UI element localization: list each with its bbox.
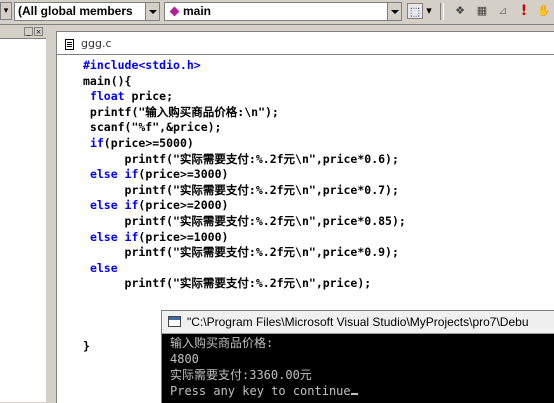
class-combo-dropdown-button[interactable]: [145, 3, 159, 20]
code-text: printf("实际需要支付:%.2f元\n",price*0.7);: [83, 182, 399, 197]
console-icon: [168, 316, 181, 327]
document-icon: [65, 39, 74, 50]
close-icon[interactable]: ×: [34, 27, 43, 36]
code-line: else if(price>=2000): [83, 198, 406, 214]
compile-icon[interactable]: ❖: [452, 3, 468, 19]
code-text: printf("实际需要支付:%.2f元\n",price);: [83, 276, 372, 291]
code-line: main(){: [83, 74, 406, 90]
console-line: 输入购买商品价格:: [170, 335, 358, 351]
code-text: (price>=3000): [138, 167, 229, 182]
editor-tab[interactable]: ggg.c: [57, 32, 554, 54]
console-line-text: 输入购买商品价格:: [170, 336, 274, 350]
code-line: else: [83, 261, 406, 277]
code-line: printf("实际需要支付:%.2f元\n",price*0.6);: [83, 152, 406, 168]
wizard-icon[interactable]: ⬚: [407, 3, 423, 19]
code-line: else if(price>=1000): [83, 230, 406, 246]
class-combo[interactable]: (All global members: [14, 2, 160, 21]
code-text: (price>=2000): [138, 198, 229, 213]
code-text: (price>=5000): [103, 135, 194, 150]
workspace-pane: _ ×: [0, 25, 47, 402]
dropdown-icon[interactable]: ▾: [424, 3, 434, 19]
console-line-text: 4800: [170, 352, 199, 366]
code-keyword: else: [89, 260, 118, 275]
code-keyword: if: [89, 135, 104, 150]
class-combo-value: (All global members: [18, 4, 133, 18]
editor-divider: [57, 54, 554, 55]
code-line: printf("实际需要支付:%.2f元\n",price*0.7);: [83, 183, 406, 199]
code-text: scanf("%f",&price);: [83, 120, 222, 135]
member-combo-dropdown-button[interactable]: [387, 3, 401, 20]
code-text: printf("输入购买商品价格:\n");: [83, 104, 279, 119]
pane-splitter[interactable]: [46, 25, 56, 402]
code-line: printf("实际需要支付:%.2f元\n",price*0.9);: [83, 245, 406, 261]
minimize-icon[interactable]: _: [24, 27, 33, 36]
console-line-text: Press any key to continue: [170, 384, 351, 398]
code-line: printf("输入购买商品价格:\n");: [83, 105, 406, 121]
code-text: printf("实际需要支付:%.2f元\n",price*0.9);: [83, 245, 399, 260]
stop-build-icon[interactable]: ⊿: [495, 3, 511, 19]
code-text: price;: [124, 89, 174, 104]
code-line: #include<stdio.h>: [83, 58, 406, 74]
console-line: Press any key to continue: [170, 383, 358, 399]
code-keyword: else if: [89, 198, 139, 213]
code-line: float price;: [83, 89, 406, 105]
code-keyword: else if: [89, 229, 139, 244]
execute-icon[interactable]: !: [516, 3, 532, 19]
code-text: printf("实际需要支付:%.2f元\n",price*0.85);: [83, 213, 406, 228]
member-combo-value: main: [183, 4, 212, 18]
code-line: printf("实际需要支付:%.2f元\n",price*0.85);: [83, 214, 406, 230]
code-line: if(price>=5000): [83, 136, 406, 152]
code-keyword: float: [89, 89, 125, 104]
code-line: else if(price>=3000): [83, 167, 406, 183]
console-title: "C:\Program Files\Microsoft Visual Studi…: [187, 315, 529, 329]
code-keyword: else if: [89, 167, 139, 182]
console-output: 输入购买商品价格: 4800 实际需要支付:3360.00元 Press any ke…: [170, 335, 358, 399]
code-text: printf("实际需要支付:%.2f元\n",price*0.6);: [83, 151, 399, 166]
toolbar: ▾ (All global members main ⬚ ▾ ❖ ▦ ⊿ ! ✋: [0, 0, 554, 25]
editor-filename: ggg.c: [81, 37, 112, 50]
toolbar-separator: [440, 3, 444, 20]
code-line: printf("实际需要支付:%.2f元\n",price);: [83, 276, 406, 292]
console-line: 4800: [170, 351, 358, 367]
code-text: main(){: [83, 73, 132, 88]
member-combo[interactable]: main: [164, 2, 402, 21]
workspace-pane-header: _ ×: [0, 25, 46, 39]
build-icon[interactable]: ▦: [474, 3, 490, 19]
code-keyword: #include<stdio.h>: [83, 58, 201, 72]
console-cursor: [350, 393, 358, 395]
console-window[interactable]: "C:\Program Files\Microsoft Visual Studi…: [161, 310, 554, 403]
scroll-left-icon[interactable]: ▾: [0, 2, 12, 20]
code-text: }: [83, 338, 90, 353]
console-titlebar[interactable]: "C:\Program Files\Microsoft Visual Studi…: [162, 311, 554, 334]
function-icon: [169, 6, 180, 17]
code-text: (price>=1000): [138, 229, 229, 244]
code-line: scanf("%f",&price);: [83, 120, 406, 136]
console-line-text: 实际需要支付:3360.00元: [170, 368, 312, 382]
console-line: 实际需要支付:3360.00元: [170, 367, 358, 383]
breakpoint-icon[interactable]: ✋: [536, 3, 552, 19]
